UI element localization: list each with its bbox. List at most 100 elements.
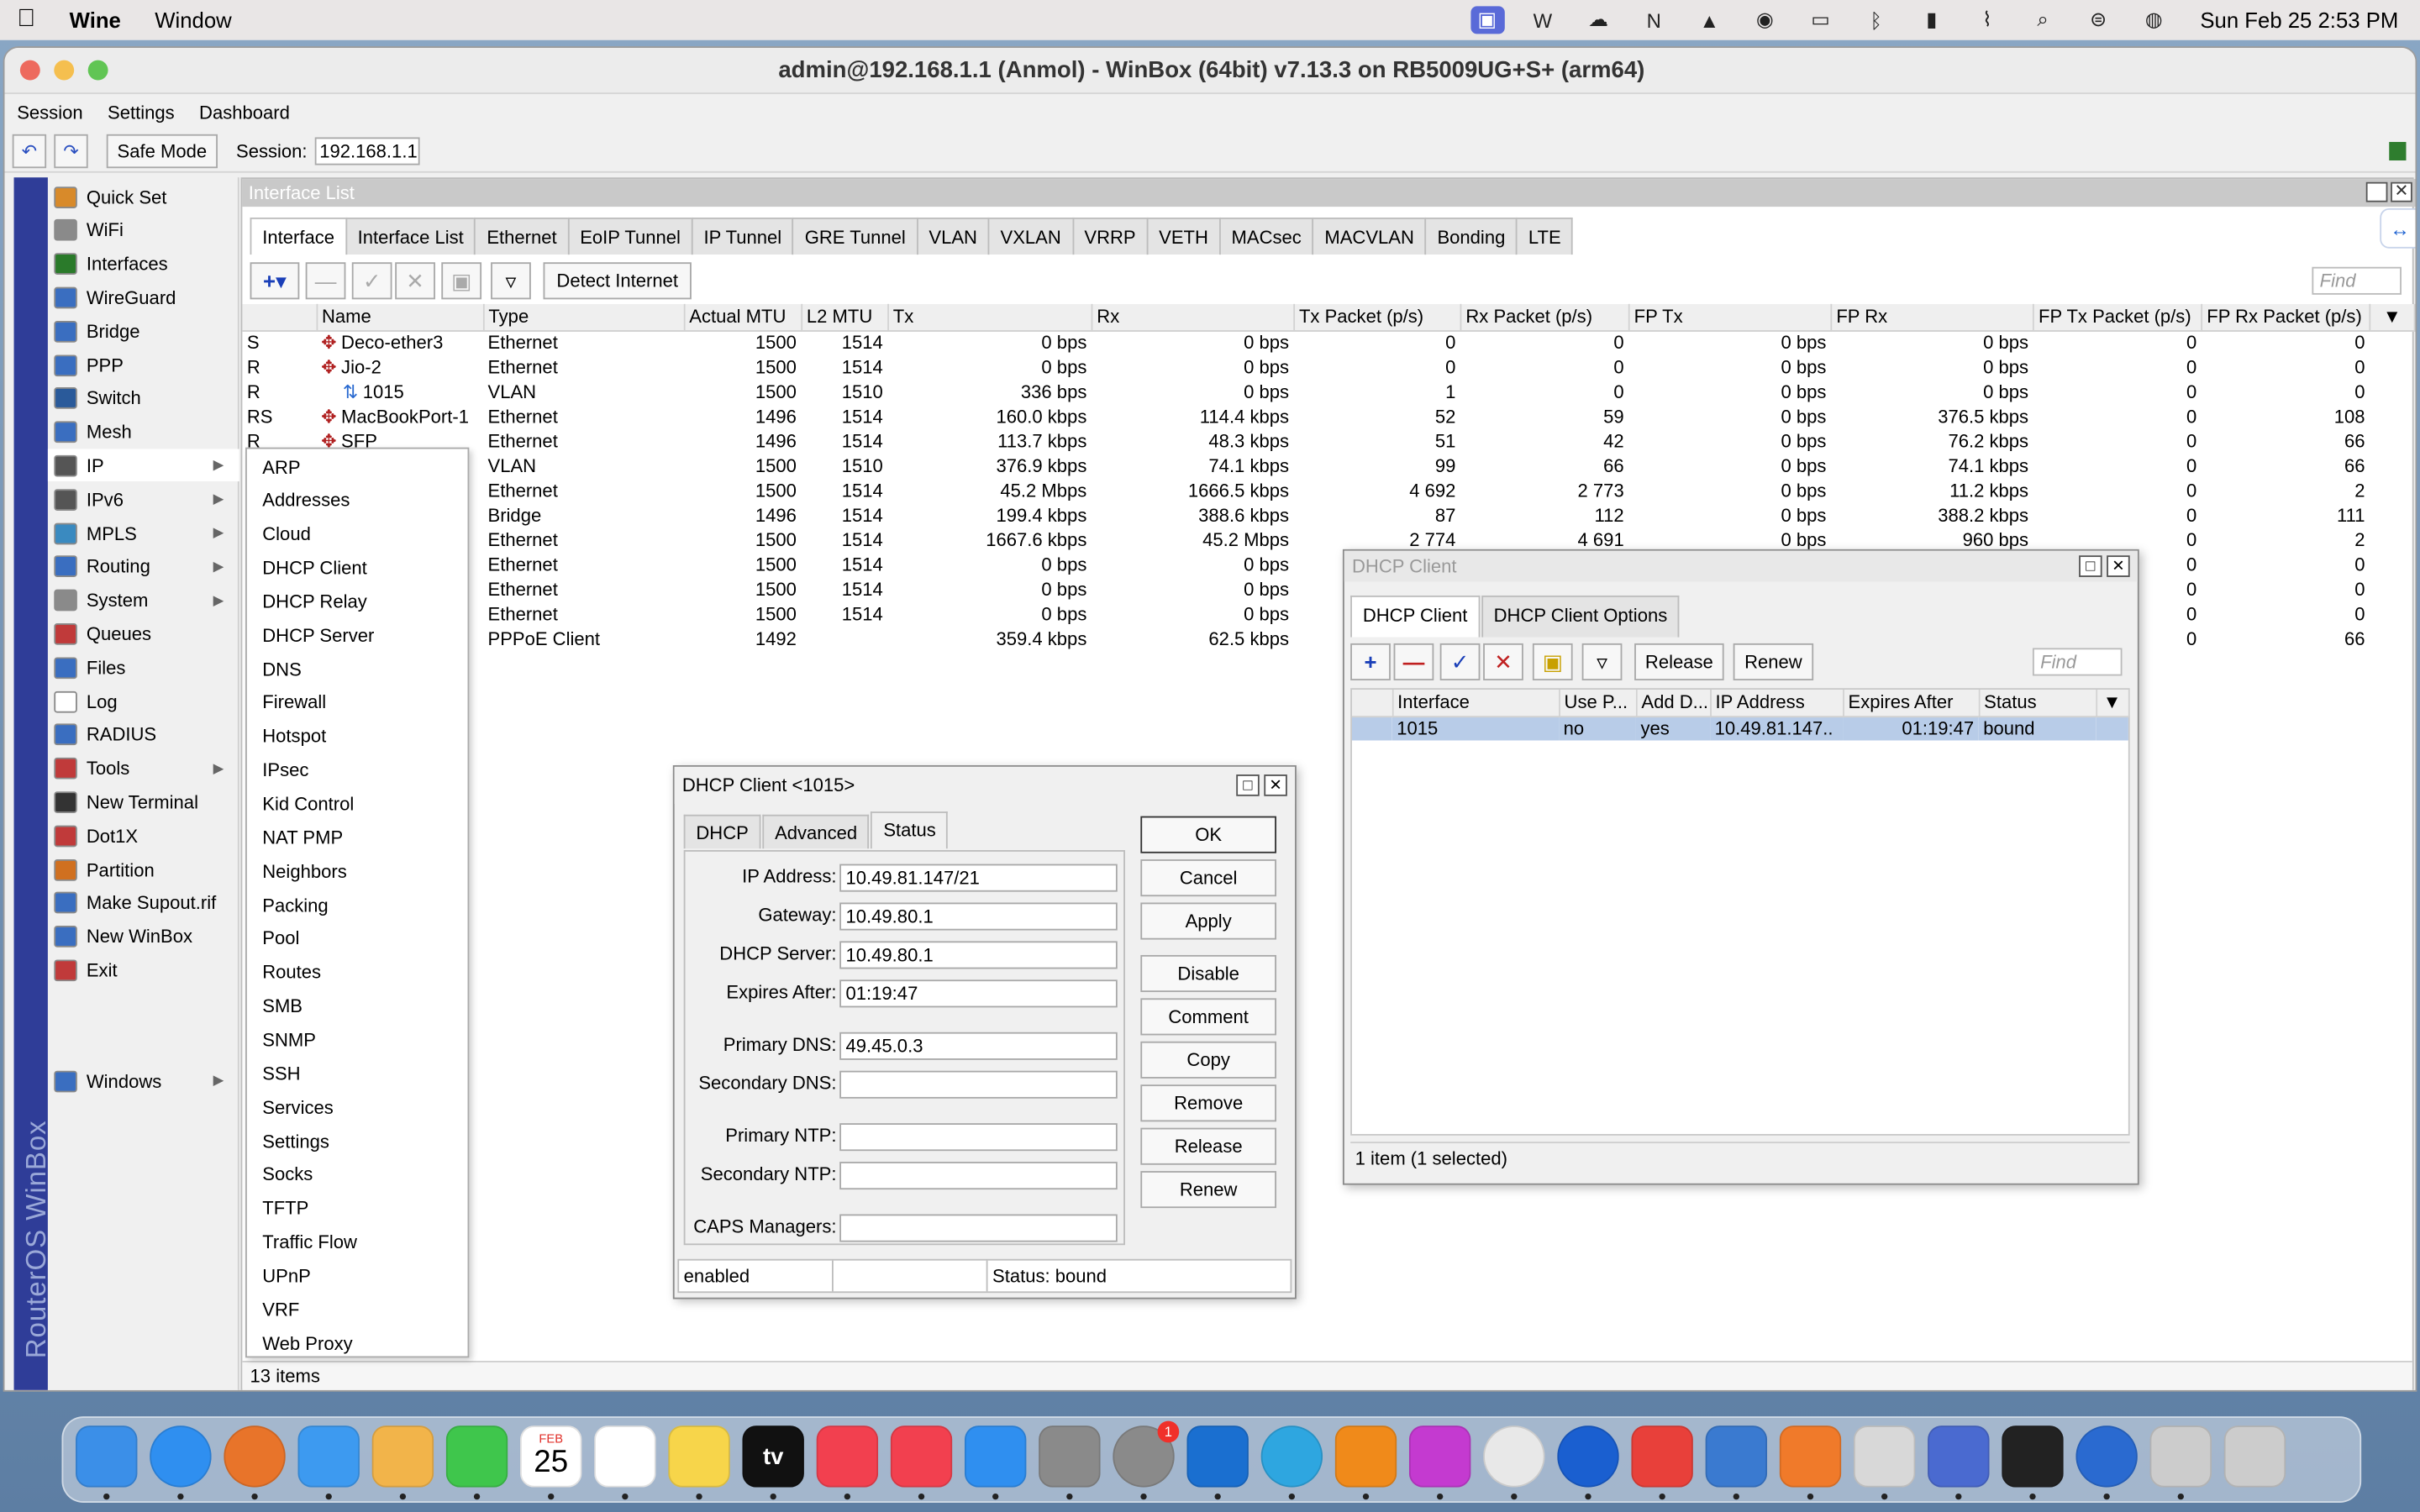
ip-menu-routes[interactable]: Routes xyxy=(247,956,471,989)
ip-menu-nat-pmp[interactable]: NAT PMP xyxy=(247,822,471,854)
column-header[interactable]: Tx xyxy=(887,303,1092,331)
menu-settings[interactable]: Settings xyxy=(95,102,187,123)
sidebar-item-switch[interactable]: Switch xyxy=(48,382,239,415)
mail-icon[interactable] xyxy=(297,1425,360,1488)
ip-menu-cloud[interactable]: Cloud xyxy=(247,518,471,551)
enable-button[interactable]: ✓ xyxy=(1439,643,1481,680)
teamviewer-tab-icon[interactable]: ↔ xyxy=(2380,207,2416,249)
sidebar-item-routing[interactable]: Routing ▶ xyxy=(48,550,239,583)
column-header[interactable]: Rx Packet (p/s) xyxy=(1460,303,1630,331)
sidebar-item-quick-set[interactable]: Quick Set xyxy=(48,181,239,213)
winbox-dock-icon[interactable] xyxy=(2075,1425,2138,1488)
table-row[interactable]: Ethernet 1500 1514 45.2 Mbps 1666.5 kbps 4 69… xyxy=(242,478,2414,502)
table-row[interactable]: 1015 no yes 10.49.81.147.. 01:19:47 bound xyxy=(1351,716,2128,741)
disable-button[interactable]: ✕ xyxy=(395,262,435,300)
dhcp-dialog-titlebar[interactable]: DHCP Client <1015> xyxy=(674,766,1296,804)
calendar-icon[interactable]: FEB 25 xyxy=(519,1425,582,1488)
renew-button[interactable]: Renew xyxy=(1140,1171,1276,1209)
tab-advanced[interactable]: Advanced xyxy=(762,814,870,849)
sidebar-item-mesh[interactable]: Mesh xyxy=(48,416,239,449)
filter-button[interactable]: ▿ xyxy=(491,262,531,300)
system-settings-icon[interactable]: 1 xyxy=(1113,1420,1180,1488)
apple-icon[interactable]:  xyxy=(0,6,52,34)
sidebar-item-ip[interactable]: IP ▶ xyxy=(47,449,239,482)
column-header[interactable]: Tx Packet (p/s) xyxy=(1293,303,1461,331)
maximize-icon[interactable]: □ xyxy=(1236,774,1260,796)
sidebar-item-exit[interactable]: Exit xyxy=(48,954,239,987)
close-icon[interactable]: ✕ xyxy=(2107,555,2130,577)
table-row[interactable]: R ✥ Jio-2 Ethernet 1500 1514 0 bps 0 bps 0 0 0 bps… xyxy=(242,354,2414,379)
tab-ethernet[interactable]: Ethernet xyxy=(474,217,570,255)
field-caps-managers[interactable] xyxy=(839,1214,1118,1242)
ip-menu-dhcp-relay[interactable]: DHCP Relay xyxy=(247,585,471,618)
ip-menu-neighbors[interactable]: Neighbors xyxy=(247,855,471,888)
column-menu-icon[interactable]: ▼ xyxy=(2096,690,2129,717)
sidebar-item-partition[interactable]: Partition xyxy=(48,853,239,886)
bluetooth-off-icon[interactable]: ᛒ xyxy=(1859,6,1892,34)
qbittorrent-icon[interactable] xyxy=(1705,1425,1768,1488)
sidebar-item-new-winbox[interactable]: New WinBox xyxy=(48,921,239,953)
app-store-icon[interactable] xyxy=(964,1425,1027,1488)
field-gateway[interactable]: 10.49.80.1 xyxy=(839,902,1118,931)
tab-dhcp-client[interactable]: DHCP Client xyxy=(1350,595,1481,638)
screen-share-icon[interactable]: ▣ xyxy=(1470,6,1505,34)
cloud-icon[interactable]: ☁ xyxy=(1581,6,1615,34)
column-header[interactable]: FP Rx xyxy=(1830,303,2034,331)
sidebar-item-windows[interactable]: Windows ▶ xyxy=(48,1064,239,1097)
column-header[interactable]: Status xyxy=(1978,690,2097,717)
field-secondary-ntp[interactable] xyxy=(839,1162,1118,1190)
close-icon[interactable]: ✕ xyxy=(1264,774,1287,796)
ip-menu-kid-control[interactable]: Kid Control xyxy=(247,788,471,821)
search-icon[interactable]: ⌕ xyxy=(2026,6,2060,34)
wps-icon[interactable]: W xyxy=(1526,6,1560,34)
safe-mode-button[interactable]: Safe Mode xyxy=(106,133,218,168)
anydesk-icon[interactable] xyxy=(1631,1425,1693,1488)
table-row[interactable]: S ✥ Deco-ether3 Ethernet 1500 1514 0 bps 0 bps 0… xyxy=(242,330,2414,354)
find-input[interactable]: Find xyxy=(2032,648,2123,676)
table-row[interactable]: R ⇅ 1015 VLAN 1500 1510 336 bps 0 bps 1 0 0 bps 0 b… xyxy=(242,380,2414,404)
tab-lte[interactable]: LTE xyxy=(1516,217,1574,255)
safari-icon[interactable] xyxy=(150,1425,212,1488)
column-header[interactable]: Add D... xyxy=(1635,690,1712,717)
column-header[interactable]: Interface xyxy=(1392,690,1560,717)
downloads-stack-icon[interactable] xyxy=(2149,1425,2212,1488)
ip-menu-snmp[interactable]: SNMP xyxy=(247,1024,471,1057)
notification-icon[interactable]: ◉ xyxy=(1748,6,1781,34)
field-primary-ntp[interactable] xyxy=(839,1123,1118,1152)
chrome-icon[interactable] xyxy=(1483,1425,1545,1488)
column-header[interactable] xyxy=(242,303,318,331)
ip-menu-web-proxy[interactable]: Web Proxy xyxy=(247,1327,471,1360)
vlc-icon[interactable]: ▲ xyxy=(1692,6,1726,34)
telegram-icon[interactable] xyxy=(1260,1425,1323,1488)
column-header[interactable]: Rx xyxy=(1091,303,1295,331)
tab-eoip-tunnel[interactable]: EoIP Tunnel xyxy=(567,217,693,255)
outlook-icon[interactable] xyxy=(1186,1425,1249,1488)
table-row[interactable]: R ✥ SFP Ethernet 1496 1514 113.7 kbps 48.3 kbps… xyxy=(242,429,2414,454)
ip-menu-services[interactable]: Services xyxy=(247,1091,471,1124)
ip-menu-settings[interactable]: Settings xyxy=(247,1125,471,1158)
vlc-dock-icon[interactable] xyxy=(1334,1425,1397,1488)
sidebar-item-wifi[interactable]: WiFi xyxy=(48,214,239,247)
ip-menu-vrf[interactable]: VRF xyxy=(247,1294,471,1326)
ip-menu-socks[interactable]: Socks xyxy=(247,1158,471,1191)
zoom-window-button[interactable] xyxy=(87,60,108,81)
column-header[interactable]: L2 MTU xyxy=(801,303,889,331)
sidebar-item-wireguard[interactable]: WireGuard xyxy=(48,281,239,314)
close-icon[interactable]: ✕ xyxy=(2391,181,2412,202)
pen-app-icon[interactable] xyxy=(1779,1425,1842,1488)
cancel-button[interactable]: Cancel xyxy=(1140,859,1276,897)
terminal-dock-icon[interactable] xyxy=(2002,1425,2064,1488)
disable-button[interactable]: Disable xyxy=(1140,954,1276,993)
release-button[interactable]: Release xyxy=(1634,643,1724,680)
notes-icon[interactable] xyxy=(668,1425,730,1488)
copy-button[interactable]: Copy xyxy=(1140,1041,1276,1079)
ip-menu-hotspot[interactable]: Hotspot xyxy=(247,720,471,753)
column-header[interactable]: FP Tx Packet (p/s) xyxy=(2033,303,2202,331)
apple-tv-icon[interactable]: tv xyxy=(742,1425,804,1488)
ip-menu-ssh[interactable]: SSH xyxy=(247,1058,471,1090)
menubar-clock[interactable]: Sun Feb 25 2:53 PM xyxy=(2200,8,2398,32)
column-header[interactable]: Type xyxy=(482,303,685,331)
menu-window[interactable]: Window xyxy=(138,8,249,32)
display-icon[interactable]: ▭ xyxy=(1803,6,1837,34)
renew-button[interactable]: Renew xyxy=(1733,643,1814,680)
